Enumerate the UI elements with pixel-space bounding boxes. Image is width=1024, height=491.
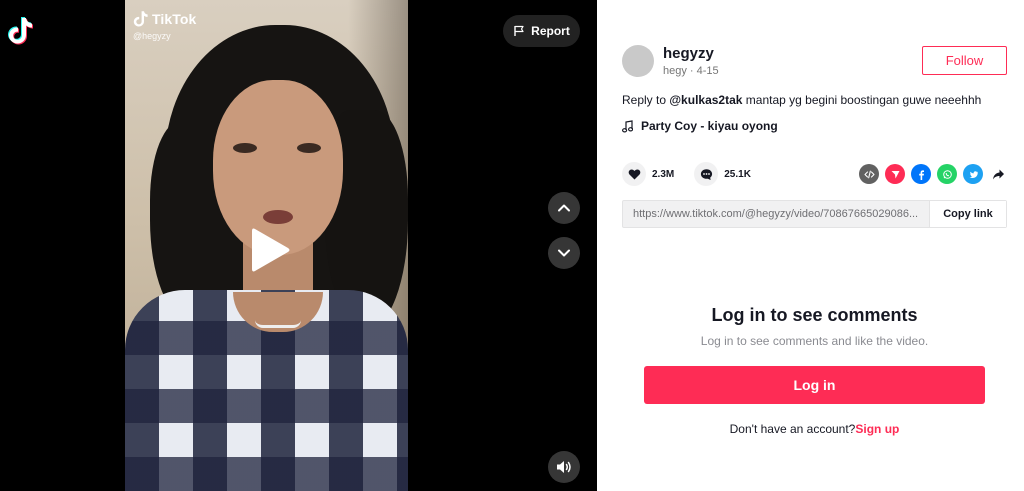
facebook-icon[interactable] [911, 164, 931, 184]
video-subject-mouth [263, 210, 293, 224]
copy-link-button[interactable]: Copy link [929, 201, 1006, 227]
login-button[interactable]: Log in [644, 366, 985, 404]
speaker-icon [557, 461, 571, 473]
comment-icon [700, 168, 712, 180]
flag-icon [514, 25, 524, 36]
login-prompt-title: Log in to see comments [711, 305, 918, 325]
like-count: 2.3M [652, 168, 675, 180]
chevron-down-icon [558, 249, 570, 257]
send-icon[interactable] [885, 164, 905, 184]
video-subject-necklace [255, 320, 301, 328]
next-video-button[interactable] [548, 237, 580, 269]
video-link-box: https://www.tiktok.com/@hegyzy/video/708… [622, 200, 1007, 228]
video-detail-page: TikTok @hegyzy Report hegyzy hegy · 4-15… [0, 0, 1024, 491]
whatsapp-icon[interactable] [937, 164, 957, 184]
chevron-up-icon [558, 204, 570, 212]
video-link-text[interactable]: https://www.tiktok.com/@hegyzy/video/708… [623, 208, 929, 220]
music-title: Party Coy - kiyau oyong [641, 119, 778, 133]
video-subject-eye-right [297, 143, 321, 153]
login-prompt-subtitle: Log in to see comments and like the vide… [700, 334, 929, 348]
video-watermark: TikTok @hegyzy [133, 10, 196, 41]
author-nickname: hegy [663, 65, 687, 77]
avatar[interactable] [622, 45, 654, 77]
embed-icon[interactable] [859, 164, 879, 184]
signup-prompt: Don't have an account? [729, 422, 856, 436]
music-link[interactable]: Party Coy - kiyau oyong [622, 119, 778, 133]
music-note-icon [622, 119, 633, 132]
caption-mention-link[interactable]: @kulkas2tak [669, 93, 742, 107]
tiktok-logo-icon[interactable] [8, 16, 34, 46]
caption-prefix: Reply to [622, 93, 670, 107]
share-row [859, 164, 1007, 184]
like-button[interactable] [622, 162, 646, 186]
heart-icon [628, 168, 640, 179]
video-subject-eye-left [233, 143, 257, 153]
twitter-icon[interactable] [963, 164, 983, 184]
tiktok-watermark-icon [133, 11, 148, 27]
author-username[interactable]: hegyzy [663, 45, 714, 62]
watermark-brand: TikTok [152, 11, 197, 27]
previous-video-button[interactable] [548, 192, 580, 224]
engagement-stats: 2.3M 25.1K [622, 162, 751, 186]
volume-button[interactable] [548, 451, 580, 483]
report-button[interactable]: Report [503, 15, 580, 47]
watermark-handle: @hegyzy [133, 31, 171, 41]
play-icon[interactable] [251, 226, 291, 274]
author-subline: hegy · 4-15 [663, 65, 719, 77]
post-date: 4-15 [696, 65, 719, 77]
caption-text: mantap yg begini boostingan guwe neeehhh [742, 93, 982, 107]
subline-separator: · [686, 65, 697, 77]
video-info-panel: hegyzy hegy · 4-15 Follow Reply to @kulk… [597, 0, 1024, 491]
follow-button[interactable]: Follow [922, 46, 1007, 75]
video-player-area[interactable]: TikTok @hegyzy Report [0, 0, 597, 491]
video-caption: Reply to @kulkas2tak mantap yg begini bo… [622, 93, 981, 107]
report-label: Report [531, 24, 570, 38]
comment-button[interactable] [694, 162, 719, 186]
signup-row: Don't have an account?Sign up [597, 422, 1024, 436]
comment-count: 25.1K [724, 168, 751, 180]
signup-link[interactable]: Sign up [855, 422, 899, 436]
share-arrow-icon[interactable] [989, 164, 1007, 184]
